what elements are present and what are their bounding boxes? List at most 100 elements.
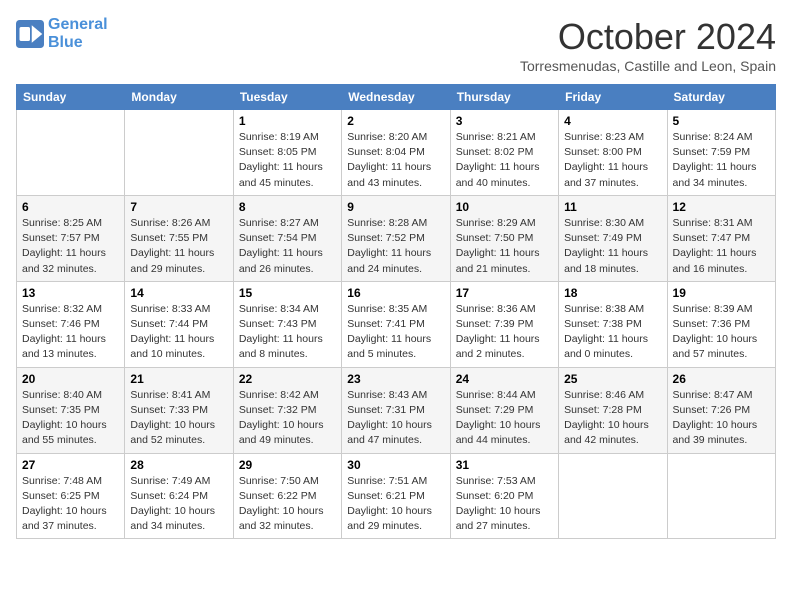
day-number: 29 [239, 458, 336, 472]
page-header: General Blue October 2024 Torresmenudas,… [16, 16, 776, 74]
calendar-cell: 17Sunrise: 8:36 AMSunset: 7:39 PMDayligh… [450, 281, 558, 367]
calendar-cell: 25Sunrise: 8:46 AMSunset: 7:28 PMDayligh… [559, 367, 667, 453]
day-info: Sunrise: 8:27 AMSunset: 7:54 PMDaylight:… [239, 216, 336, 277]
day-number: 15 [239, 286, 336, 300]
day-header-thursday: Thursday [450, 85, 558, 110]
calendar-cell: 28 Sunrise: 7:49 AMSunset: 6:24 PMDayligh… [125, 453, 233, 539]
calendar-cell: 6 Sunrise: 8:25 AMSunset: 7:57 PMDaylight… [17, 195, 125, 281]
calendar-cell: 3 Sunrise: 8:21 AMSunset: 8:02 PMDaylight… [450, 110, 558, 196]
day-info: Sunrise: 8:19 AMSunset: 8:05 PMDaylight:… [239, 130, 336, 191]
calendar-cell [17, 110, 125, 196]
day-info: Sunrise: 7:48 AMSunset: 6:25 PMDaylight:… [22, 474, 119, 535]
calendar-cell: 12Sunrise: 8:31 AMSunset: 7:47 PMDayligh… [667, 195, 775, 281]
day-info: Sunrise: 7:49 AMSunset: 6:24 PMDaylight:… [130, 474, 227, 535]
calendar-cell: 4 Sunrise: 8:23 AMSunset: 8:00 PMDaylight… [559, 110, 667, 196]
day-info: Sunrise: 8:21 AMSunset: 8:02 PMDaylight:… [456, 130, 553, 191]
day-number: 23 [347, 372, 444, 386]
calendar-cell: 29 Sunrise: 7:50 AMSunset: 6:22 PMDayligh… [233, 453, 341, 539]
day-number: 30 [347, 458, 444, 472]
day-header-wednesday: Wednesday [342, 85, 450, 110]
day-info: Sunrise: 8:29 AMSunset: 7:50 PMDaylight:… [456, 216, 553, 277]
day-number: 13 [22, 286, 119, 300]
day-number: 6 [22, 200, 119, 214]
day-number: 5 [673, 114, 770, 128]
calendar-cell: 5 Sunrise: 8:24 AMSunset: 7:59 PMDaylight… [667, 110, 775, 196]
calendar-cell: 22Sunrise: 8:42 AMSunset: 7:32 PMDayligh… [233, 367, 341, 453]
calendar-cell: 9 Sunrise: 8:28 AMSunset: 7:52 PMDaylight… [342, 195, 450, 281]
location: Torresmenudas, Castille and Leon, Spain [520, 58, 776, 74]
calendar-week-row: 6 Sunrise: 8:25 AMSunset: 7:57 PMDaylight… [17, 195, 776, 281]
day-number: 25 [564, 372, 661, 386]
day-number: 3 [456, 114, 553, 128]
day-header-saturday: Saturday [667, 85, 775, 110]
day-info: Sunrise: 8:39 AMSunset: 7:36 PMDaylight:… [673, 302, 770, 363]
calendar-cell: 14 Sunrise: 8:33 AMSunset: 7:44 PMDayligh… [125, 281, 233, 367]
day-number: 12 [673, 200, 770, 214]
day-header-monday: Monday [125, 85, 233, 110]
calendar-cell: 1 Sunrise: 8:19 AMSunset: 8:05 PMDaylight… [233, 110, 341, 196]
day-number: 21 [130, 372, 227, 386]
day-number: 27 [22, 458, 119, 472]
day-number: 31 [456, 458, 553, 472]
day-number: 20 [22, 372, 119, 386]
calendar-cell [559, 453, 667, 539]
calendar-cell: 26 Sunrise: 8:47 AMSunset: 7:26 PMDayligh… [667, 367, 775, 453]
day-info: Sunrise: 8:47 AMSunset: 7:26 PMDaylight:… [673, 388, 770, 449]
logo-line2: Blue [48, 34, 83, 51]
calendar-week-row: 20 Sunrise: 8:40 AMSunset: 7:35 PMDayligh… [17, 367, 776, 453]
day-number: 1 [239, 114, 336, 128]
day-info: Sunrise: 8:38 AMSunset: 7:38 PMDaylight:… [564, 302, 661, 363]
day-info: Sunrise: 8:26 AMSunset: 7:55 PMDaylight:… [130, 216, 227, 277]
day-number: 16 [347, 286, 444, 300]
month-title: October 2024 [520, 16, 776, 58]
day-info: Sunrise: 8:28 AMSunset: 7:52 PMDaylight:… [347, 216, 444, 277]
day-number: 7 [130, 200, 227, 214]
calendar-cell: 8 Sunrise: 8:27 AMSunset: 7:54 PMDaylight… [233, 195, 341, 281]
calendar-cell: 10 Sunrise: 8:29 AMSunset: 7:50 PMDayligh… [450, 195, 558, 281]
day-info: Sunrise: 7:50 AMSunset: 6:22 PMDaylight:… [239, 474, 336, 535]
calendar-cell: 31 Sunrise: 7:53 AMSunset: 6:20 PMDayligh… [450, 453, 558, 539]
day-info: Sunrise: 8:34 AMSunset: 7:43 PMDaylight:… [239, 302, 336, 363]
calendar-cell: 27 Sunrise: 7:48 AMSunset: 6:25 PMDayligh… [17, 453, 125, 539]
day-info: Sunrise: 8:42 AMSunset: 7:32 PMDaylight:… [239, 388, 336, 449]
day-info: Sunrise: 8:44 AMSunset: 7:29 PMDaylight:… [456, 388, 553, 449]
day-number: 10 [456, 200, 553, 214]
day-info: Sunrise: 8:41 AMSunset: 7:33 PMDaylight:… [130, 388, 227, 449]
calendar-cell: 20 Sunrise: 8:40 AMSunset: 7:35 PMDayligh… [17, 367, 125, 453]
calendar-cell: 15 Sunrise: 8:34 AMSunset: 7:43 PMDayligh… [233, 281, 341, 367]
calendar-week-row: 1 Sunrise: 8:19 AMSunset: 8:05 PMDaylight… [17, 110, 776, 196]
day-header-friday: Friday [559, 85, 667, 110]
calendar-cell: 23Sunrise: 8:43 AMSunset: 7:31 PMDayligh… [342, 367, 450, 453]
calendar-cell: 7 Sunrise: 8:26 AMSunset: 7:55 PMDaylight… [125, 195, 233, 281]
day-number: 4 [564, 114, 661, 128]
logo-icon [16, 20, 44, 48]
day-info: Sunrise: 8:23 AMSunset: 8:00 PMDaylight:… [564, 130, 661, 191]
calendar-week-row: 13Sunrise: 8:32 AMSunset: 7:46 PMDayligh… [17, 281, 776, 367]
day-number: 28 [130, 458, 227, 472]
logo-line1: General [48, 16, 108, 33]
day-number: 9 [347, 200, 444, 214]
calendar-cell: 24 Sunrise: 8:44 AMSunset: 7:29 PMDayligh… [450, 367, 558, 453]
day-info: Sunrise: 8:40 AMSunset: 7:35 PMDaylight:… [22, 388, 119, 449]
day-number: 8 [239, 200, 336, 214]
day-number: 26 [673, 372, 770, 386]
calendar-cell: 2Sunrise: 8:20 AMSunset: 8:04 PMDaylight… [342, 110, 450, 196]
calendar-table: SundayMondayTuesdayWednesdayThursdayFrid… [16, 84, 776, 539]
title-block: October 2024 Torresmenudas, Castille and… [520, 16, 776, 74]
day-info: Sunrise: 8:33 AMSunset: 7:44 PMDaylight:… [130, 302, 227, 363]
calendar-cell: 18Sunrise: 8:38 AMSunset: 7:38 PMDayligh… [559, 281, 667, 367]
calendar-cell: 16 Sunrise: 8:35 AMSunset: 7:41 PMDayligh… [342, 281, 450, 367]
day-number: 14 [130, 286, 227, 300]
day-number: 11 [564, 200, 661, 214]
day-number: 2 [347, 114, 444, 128]
day-info: Sunrise: 8:35 AMSunset: 7:41 PMDaylight:… [347, 302, 444, 363]
day-info: Sunrise: 7:53 AMSunset: 6:20 PMDaylight:… [456, 474, 553, 535]
day-info: Sunrise: 8:25 AMSunset: 7:57 PMDaylight:… [22, 216, 119, 277]
day-header-sunday: Sunday [17, 85, 125, 110]
day-number: 19 [673, 286, 770, 300]
day-header-tuesday: Tuesday [233, 85, 341, 110]
day-info: Sunrise: 8:24 AMSunset: 7:59 PMDaylight:… [673, 130, 770, 191]
day-info: Sunrise: 7:51 AMSunset: 6:21 PMDaylight:… [347, 474, 444, 535]
calendar-header-row: SundayMondayTuesdayWednesdayThursdayFrid… [17, 85, 776, 110]
day-number: 24 [456, 372, 553, 386]
